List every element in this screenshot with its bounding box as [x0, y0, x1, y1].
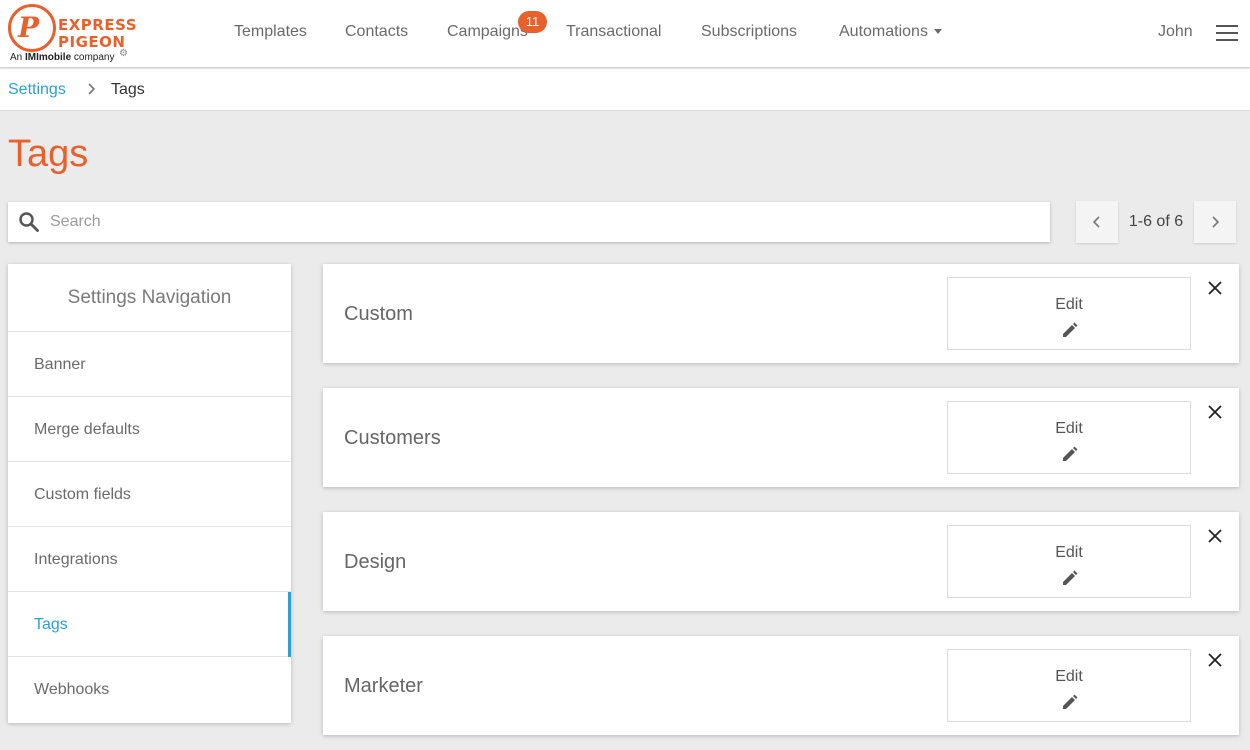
edit-label: Edit	[1055, 668, 1083, 685]
caret-down-icon	[933, 29, 942, 35]
nav-campaigns[interactable]: Campaigns	[447, 22, 528, 42]
top-navbar: P EXPRESS PIGEON An IMImobile company ⚙ …	[0, 0, 1250, 68]
page-title: Tags	[8, 133, 89, 175]
edit-label: Edit	[1055, 544, 1083, 561]
tag-card: Customers Edit	[323, 388, 1239, 487]
edit-label: Edit	[1055, 296, 1083, 313]
hamburger-menu-icon[interactable]	[1216, 24, 1240, 42]
search-box	[8, 202, 1050, 242]
nav-automations-dropdown[interactable]: Automations	[839, 22, 942, 42]
delete-tag-close-icon[interactable]	[1207, 280, 1223, 296]
delete-tag-close-icon[interactable]	[1207, 404, 1223, 420]
campaigns-count-badge: 11	[518, 11, 547, 33]
breadcrumb: Settings Tags	[0, 69, 1250, 111]
chevron-right-icon	[1212, 216, 1220, 228]
settings-nav-custom-fields[interactable]: Custom fields	[8, 462, 291, 527]
nav-transactional[interactable]: Transactional	[566, 22, 661, 42]
tag-name: Design	[344, 551, 407, 573]
nav-contacts[interactable]: Contacts	[345, 22, 408, 42]
nav-subscriptions[interactable]: Subscriptions	[701, 22, 797, 42]
logo-mark: P	[8, 4, 56, 52]
settings-navigation-title: Settings Navigation	[8, 264, 291, 332]
chevron-left-icon	[1092, 216, 1100, 228]
tag-name: Marketer	[344, 675, 423, 697]
tag-name: Customers	[344, 427, 441, 449]
chevron-right-icon	[87, 79, 97, 105]
settings-nav-tags[interactable]: Tags	[8, 592, 291, 657]
logo-gear-icon: ⚙	[119, 48, 128, 59]
search-icon	[19, 212, 39, 232]
tag-card: Custom Edit	[323, 264, 1239, 363]
logo-text-express: EXPRESS	[58, 16, 138, 34]
settings-nav-banner[interactable]: Banner	[8, 332, 291, 397]
express-pigeon-logo[interactable]: P EXPRESS PIGEON An IMImobile company ⚙	[6, 3, 138, 65]
delete-tag-close-icon[interactable]	[1207, 528, 1223, 544]
nav-templates[interactable]: Templates	[234, 22, 307, 42]
edit-tag-button[interactable]: Edit	[947, 649, 1191, 722]
pencil-icon	[1063, 694, 1078, 709]
nav-automations-label: Automations	[839, 23, 928, 40]
edit-tag-button[interactable]: Edit	[947, 277, 1191, 350]
search-input[interactable]	[50, 202, 1040, 242]
settings-nav-integrations[interactable]: Integrations	[8, 527, 291, 592]
user-menu[interactable]: John	[1158, 22, 1193, 42]
settings-nav-merge-defaults[interactable]: Merge defaults	[8, 397, 291, 462]
pencil-icon	[1063, 446, 1078, 461]
edit-label: Edit	[1055, 420, 1083, 437]
delete-tag-close-icon[interactable]	[1207, 652, 1223, 668]
tag-card: Design Edit	[323, 512, 1239, 611]
breadcrumb-current: Tags	[111, 81, 145, 98]
logo-text-pigeon: PIGEON	[58, 33, 126, 51]
edit-tag-button[interactable]: Edit	[947, 525, 1191, 598]
previous-page-button[interactable]	[1076, 201, 1118, 243]
pencil-icon	[1063, 570, 1078, 585]
breadcrumb-settings-link[interactable]: Settings	[8, 80, 66, 100]
tag-name: Custom	[344, 303, 413, 325]
logo-tagline: An IMImobile company	[10, 52, 115, 63]
tag-card: Marketer Edit	[323, 636, 1239, 735]
next-page-button[interactable]	[1194, 201, 1236, 243]
edit-tag-button[interactable]: Edit	[947, 401, 1191, 474]
pagination-label: 1-6 of 6	[1128, 213, 1184, 230]
pencil-icon	[1063, 322, 1078, 337]
settings-nav-webhooks[interactable]: Webhooks	[8, 657, 291, 722]
settings-navigation: Settings Navigation Banner Merge default…	[8, 264, 291, 723]
